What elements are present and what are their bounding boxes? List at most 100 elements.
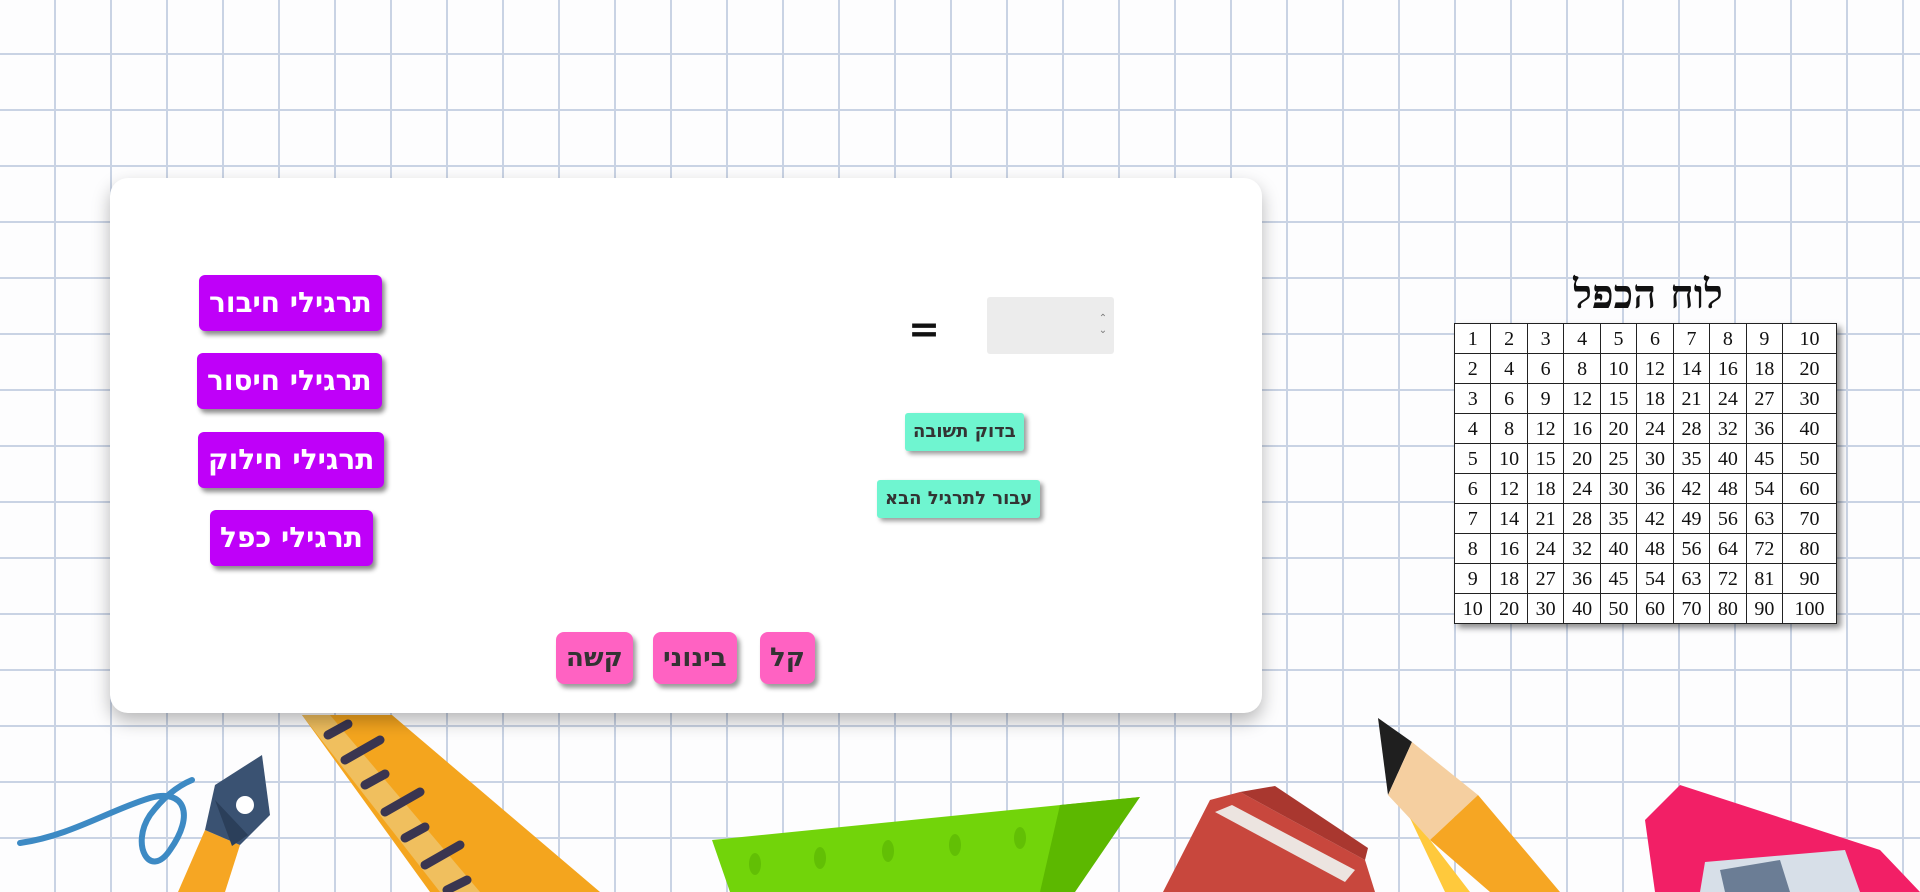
fountain-pen — [178, 755, 270, 892]
addition-exercises-button[interactable]: תרגילי חיבור — [199, 275, 382, 331]
table-cell: 48 — [1636, 533, 1674, 564]
triangle-ruler — [712, 797, 1140, 892]
check-answer-button[interactable]: בדוק תשובה — [905, 413, 1024, 451]
spinner-up-icon[interactable]: ⌃ — [1096, 313, 1110, 325]
table-cell: 40 — [1599, 533, 1638, 564]
table-cell: 81 — [1745, 563, 1784, 594]
table-cell: 3 — [1453, 383, 1492, 414]
table-cell: 72 — [1745, 533, 1784, 564]
spinner-down-icon[interactable]: ⌄ — [1096, 325, 1110, 337]
table-cell: 12 — [1636, 353, 1674, 384]
table-cell: 18 — [1526, 473, 1565, 504]
difficulty-hard-button[interactable]: קשה — [556, 632, 633, 684]
subtraction-exercises-button[interactable]: תרגילי חיסור — [197, 353, 382, 409]
table-cell: 30 — [1599, 473, 1638, 504]
table-cell: 40 — [1563, 593, 1601, 624]
table-cell: 80 — [1782, 533, 1837, 564]
table-cell: 8 — [1453, 533, 1492, 564]
table-cell: 14 — [1490, 503, 1528, 534]
table-cell: 30 — [1782, 383, 1837, 414]
sharpener — [1645, 785, 1920, 892]
difficulty-easy-button[interactable]: קל — [760, 632, 815, 684]
table-cell: 28 — [1672, 413, 1711, 444]
table-cell: 30 — [1526, 593, 1565, 624]
table-row: 5 10 15 20 25 30 35 40 45 50 — [1453, 443, 1837, 474]
table-cell: 6 — [1526, 353, 1565, 384]
table-cell: 7 — [1453, 503, 1492, 534]
table-cell: 24 — [1563, 473, 1601, 504]
multiplication-table-title: לוח הכפל — [1573, 271, 1723, 318]
table-cell: 30 — [1636, 443, 1674, 474]
table-cell: 36 — [1563, 563, 1601, 594]
table-cell: 54 — [1745, 473, 1784, 504]
table-cell: 6 — [1636, 323, 1674, 354]
table-cell: 16 — [1490, 533, 1528, 564]
table-cell: 21 — [1672, 383, 1711, 414]
table-cell: 21 — [1526, 503, 1565, 534]
table-cell: 12 — [1563, 383, 1601, 414]
table-cell: 24 — [1526, 533, 1565, 564]
table-cell: 4 — [1563, 323, 1601, 354]
table-cell: 27 — [1526, 563, 1565, 594]
table-cell: 12 — [1526, 413, 1565, 444]
table-cell: 20 — [1490, 593, 1528, 624]
table-cell: 49 — [1672, 503, 1711, 534]
table-cell: 70 — [1672, 593, 1711, 624]
table-cell: 10 — [1453, 593, 1492, 624]
table-cell: 24 — [1709, 383, 1747, 414]
table-cell: 32 — [1709, 413, 1747, 444]
table-cell: 2 — [1453, 353, 1492, 384]
table-cell: 40 — [1709, 443, 1747, 474]
table-cell: 9 — [1745, 323, 1784, 354]
table-row: 9 18 27 36 45 54 63 72 81 90 — [1453, 563, 1837, 594]
answer-input-wrapper: ⌃ ⌄ — [987, 297, 1114, 354]
table-row: 3 6 9 12 15 18 21 24 27 30 — [1453, 383, 1837, 414]
division-exercises-button[interactable]: תרגילי חילוק — [198, 432, 385, 488]
table-cell: 45 — [1745, 443, 1784, 474]
table-row: 7 14 21 28 35 42 49 56 63 70 — [1453, 503, 1837, 534]
table-cell: 1 — [1453, 323, 1492, 354]
table-cell: 32 — [1563, 533, 1601, 564]
table-cell: 18 — [1745, 353, 1784, 384]
table-cell: 48 — [1709, 473, 1747, 504]
table-cell: 90 — [1745, 593, 1784, 624]
table-row: 4 8 12 16 20 24 28 32 36 40 — [1453, 413, 1837, 444]
table-cell: 8 — [1490, 413, 1528, 444]
table-cell: 72 — [1709, 563, 1747, 594]
table-cell: 18 — [1490, 563, 1528, 594]
table-cell: 3 — [1526, 323, 1565, 354]
scribble-line — [17, 777, 195, 865]
table-cell: 7 — [1672, 323, 1711, 354]
table-cell: 50 — [1782, 443, 1837, 474]
table-cell: 5 — [1599, 323, 1638, 354]
table-cell: 14 — [1672, 353, 1711, 384]
table-cell: 15 — [1526, 443, 1565, 474]
table-cell: 24 — [1636, 413, 1674, 444]
equals-sign: = — [908, 307, 940, 351]
table-cell: 60 — [1636, 593, 1674, 624]
table-cell: 2 — [1490, 323, 1528, 354]
table-cell: 10 — [1599, 353, 1638, 384]
table-cell: 18 — [1636, 383, 1674, 414]
table-cell: 6 — [1490, 383, 1528, 414]
next-exercise-button[interactable]: עבור לתרגיל הבא — [877, 480, 1041, 518]
table-cell: 42 — [1636, 503, 1674, 534]
table-cell: 16 — [1563, 413, 1601, 444]
multiplication-exercises-button[interactable]: תרגילי כפל — [210, 510, 373, 566]
table-cell: 45 — [1599, 563, 1638, 594]
table-cell: 25 — [1599, 443, 1638, 474]
table-cell: 15 — [1599, 383, 1638, 414]
table-cell: 20 — [1563, 443, 1601, 474]
number-spinner[interactable]: ⌃ ⌄ — [1096, 313, 1110, 339]
table-cell: 28 — [1563, 503, 1601, 534]
eraser — [1163, 786, 1375, 892]
multiplication-table: 1 2 3 4 5 6 7 8 9 10 2 4 6 8 10 12 14 16 18 20 3 6 9 12 15 18 21 24… — [1453, 323, 1837, 624]
table-cell: 8 — [1563, 353, 1601, 384]
table-row: 8 16 24 32 40 48 56 64 72 80 — [1453, 533, 1837, 564]
table-cell: 10 — [1490, 443, 1528, 474]
difficulty-medium-button[interactable]: בינוני — [653, 632, 737, 684]
exercise-panel: תרגילי חיבור תרגילי חיסור תרגילי חילוק ת… — [110, 178, 1262, 713]
table-cell: 40 — [1782, 413, 1837, 444]
answer-input[interactable] — [987, 297, 1087, 354]
table-cell: 70 — [1782, 503, 1837, 534]
